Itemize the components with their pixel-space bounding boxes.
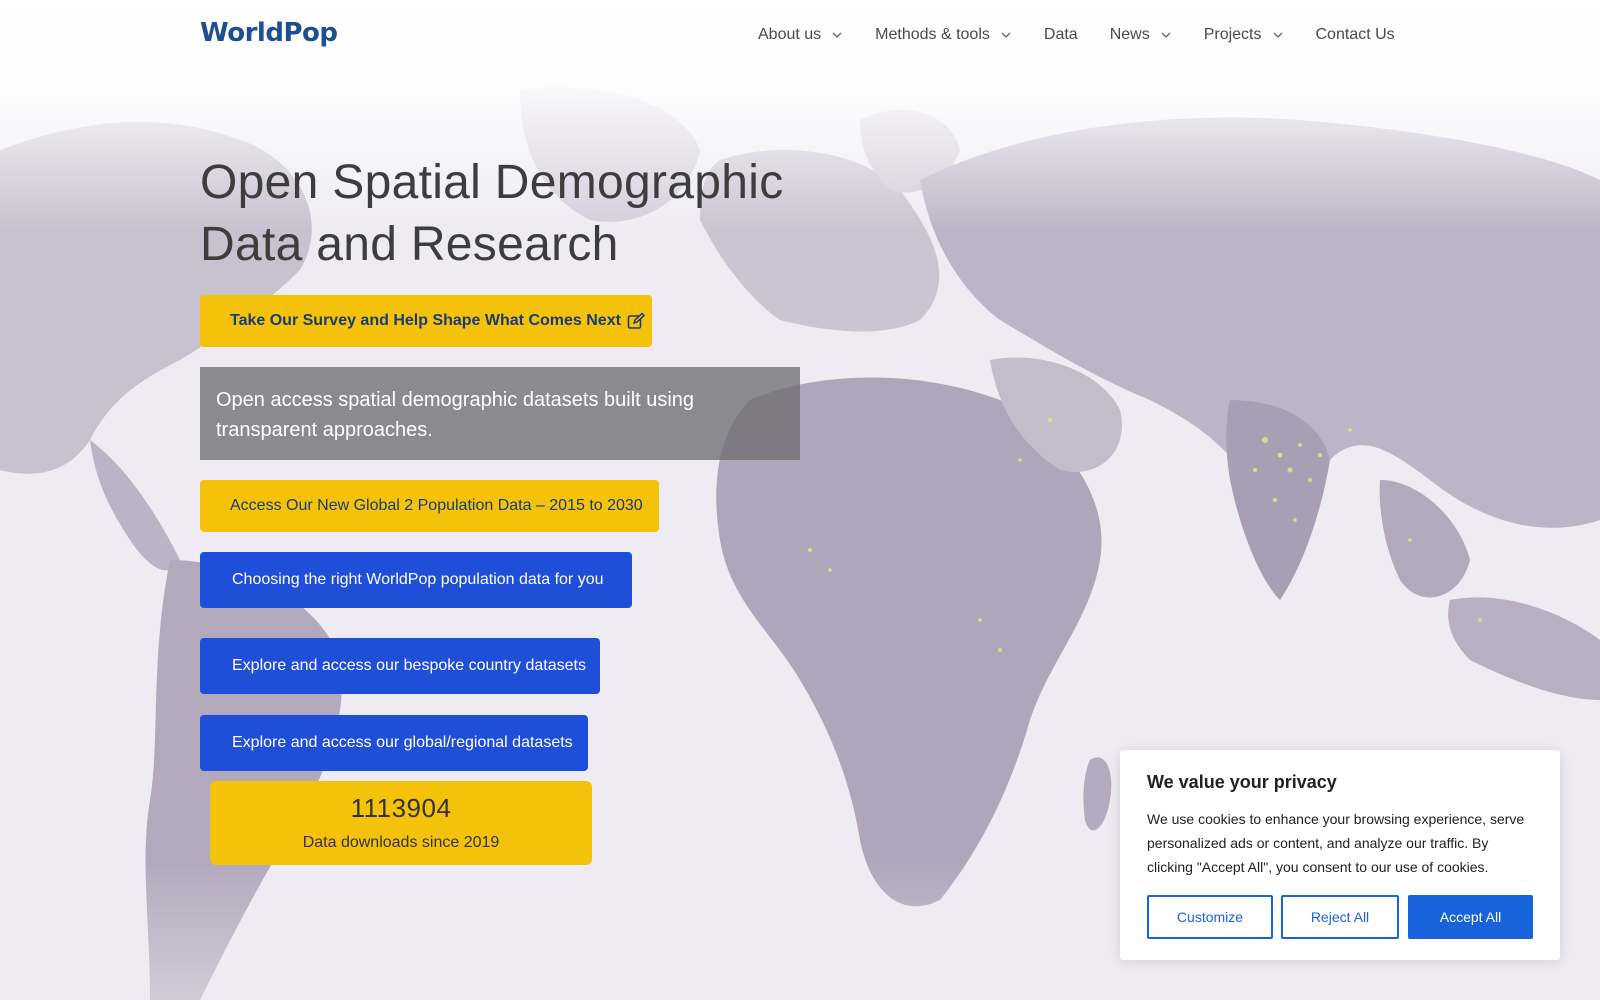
- downloads-counter: 1113904 Data downloads since 2019: [210, 781, 592, 865]
- reject-all-button[interactable]: Reject All: [1281, 895, 1399, 939]
- nav-projects[interactable]: Projects: [1204, 26, 1284, 44]
- nav-contact-us[interactable]: Contact Us: [1316, 26, 1395, 44]
- intro-text: Open access spatial demographic datasets…: [216, 389, 695, 441]
- nav-data[interactable]: Data: [1044, 26, 1078, 44]
- intro-text-box: Open access spatial demographic datasets…: [200, 367, 800, 460]
- site-header: WorldPop About us Methods & tools Data N…: [0, 0, 1600, 72]
- accept-all-button[interactable]: Accept All: [1408, 895, 1533, 939]
- customize-button[interactable]: Customize: [1147, 895, 1273, 939]
- global-datasets-button[interactable]: Explore and access our global/regional d…: [200, 715, 588, 771]
- chevron-down-icon: [1161, 32, 1171, 38]
- survey-button-label: Take Our Survey and Help Shape What Come…: [230, 312, 621, 329]
- cookie-text: We use cookies to enhance your browsing …: [1147, 811, 1525, 875]
- cookie-buttons: Customize Reject All Accept All: [1147, 895, 1533, 939]
- nav-about-us[interactable]: About us: [758, 26, 843, 44]
- nav-methods-tools[interactable]: Methods & tools: [875, 26, 1012, 44]
- chevron-down-icon: [1001, 32, 1011, 38]
- downloads-label: Data downloads since 2019: [302, 834, 500, 851]
- nav-news[interactable]: News: [1110, 26, 1172, 44]
- main-nav: About us Methods & tools Data News Proje…: [758, 26, 1395, 44]
- worldpop-logo[interactable]: WorldPop: [200, 18, 338, 48]
- nav-label: Projects: [1203, 26, 1262, 43]
- global2-data-button[interactable]: Access Our New Global 2 Population Data …: [200, 480, 659, 532]
- nav-label: News: [1109, 26, 1150, 43]
- choose-data-button[interactable]: Choosing the right WorldPop population d…: [200, 552, 632, 608]
- nav-label: Data: [1043, 26, 1078, 43]
- nav-label: Contact Us: [1315, 26, 1395, 43]
- nav-label: About us: [758, 26, 822, 43]
- downloads-count: 1113904: [350, 793, 452, 823]
- cookie-title: We value your privacy: [1147, 772, 1337, 792]
- nav-label: Methods & tools: [875, 26, 990, 43]
- chevron-down-icon: [1273, 32, 1282, 38]
- edit-icon: [627, 312, 645, 329]
- page-title: Open Spatial Demographic Data and Resear…: [200, 156, 784, 271]
- bespoke-datasets-button[interactable]: Explore and access our bespoke country d…: [200, 638, 600, 694]
- cookie-consent-banner: We value your privacy We use cookies to …: [1120, 750, 1560, 960]
- logo-text: WorldPop: [200, 18, 338, 48]
- chevron-down-icon: [832, 32, 842, 38]
- survey-button[interactable]: Take Our Survey and Help Shape What Come…: [200, 295, 652, 347]
